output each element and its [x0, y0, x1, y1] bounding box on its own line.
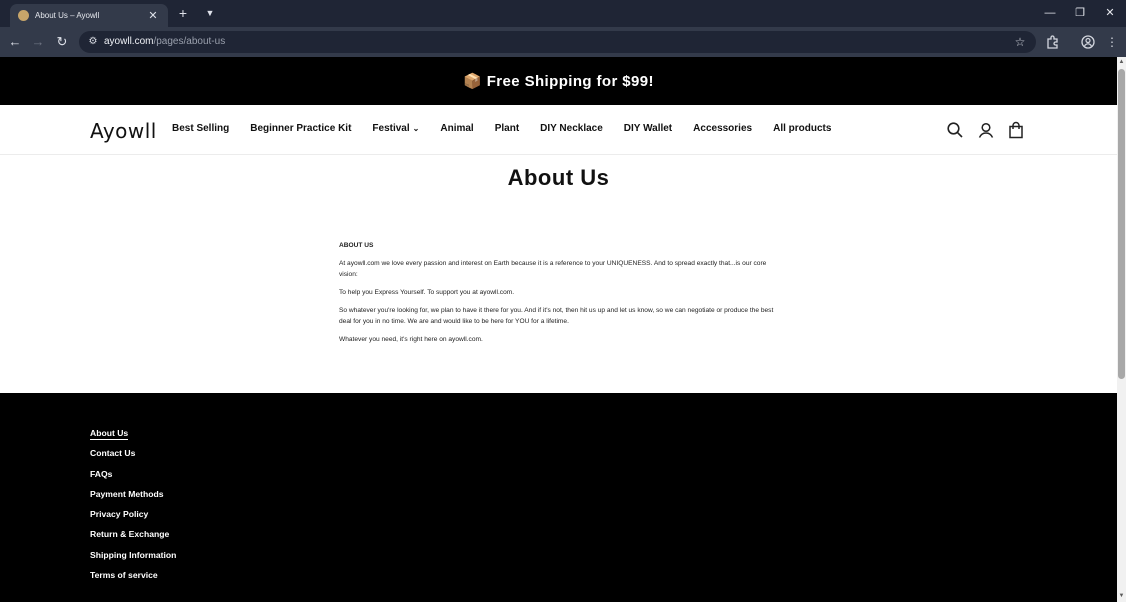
scrollbar-thumb[interactable]	[1118, 69, 1125, 379]
site-favicon-icon	[18, 10, 29, 21]
browser-toolbar: ← → ↻ ⚙ ayowll.com/pages/about-us ☆ ⋮	[0, 27, 1126, 57]
announcement-bar[interactable]: 📦 Free Shipping for $99!	[0, 57, 1117, 105]
footer-link-privacy-policy[interactable]: Privacy Policy	[90, 508, 176, 528]
about-heading: ABOUT US	[339, 242, 374, 249]
extensions-icon[interactable]	[1044, 33, 1062, 51]
browser-tab[interactable]: About Us – Ayowll ✕	[10, 4, 168, 27]
web-page: 📦 Free Shipping for $99! Ayowll Best Sel…	[0, 57, 1117, 602]
site-header: Ayowll Best Selling Beginner Practice Ki…	[0, 105, 1117, 155]
tab-search-chevron-down-icon[interactable]: ▼	[202, 5, 218, 21]
nav-item-plant[interactable]: Plant	[495, 123, 519, 134]
nav-item-festival-label: Festival	[372, 123, 410, 134]
footer-link-faqs[interactable]: FAQs	[90, 468, 176, 488]
footer-link-contact-us[interactable]: Contact Us	[90, 447, 176, 467]
bookmark-star-icon[interactable]: ☆	[1012, 34, 1028, 50]
about-paragraph-3: So whatever you're looking for, we plan …	[339, 307, 774, 325]
search-icon[interactable]	[946, 121, 964, 139]
nav-item-best-selling[interactable]: Best Selling	[172, 123, 229, 134]
restore-icon[interactable]: ❐	[1071, 4, 1089, 22]
footer-link-shipping-information[interactable]: Shipping Information	[90, 549, 176, 569]
footer-link-terms-of-service[interactable]: Terms of service	[90, 569, 176, 589]
profile-icon[interactable]	[1079, 33, 1097, 51]
about-content: ABOUT US At ayowll.com we love every pas…	[339, 240, 779, 352]
about-paragraph-1: At ayowll.com we love every passion and …	[339, 260, 767, 278]
nav-item-animal[interactable]: Animal	[440, 123, 473, 134]
site-settings-icon[interactable]: ⚙	[85, 34, 101, 50]
new-tab-icon[interactable]: +	[175, 5, 191, 21]
announcement-text: 📦 Free Shipping for $99!	[463, 73, 654, 90]
site-logo[interactable]: Ayowll	[90, 119, 157, 143]
scroll-up-arrow-icon[interactable]: ▲	[1117, 58, 1126, 67]
cart-icon[interactable]	[1007, 121, 1025, 139]
site-footer: About Us Contact Us FAQs Payment Methods…	[0, 393, 1117, 602]
page-title: About Us	[507, 165, 610, 190]
url-text: ayowll.com/pages/about-us	[104, 36, 226, 47]
scroll-down-arrow-icon[interactable]: ▼	[1117, 592, 1126, 601]
footer-link-about-us[interactable]: About Us	[90, 427, 176, 447]
forward-icon[interactable]: →	[29, 33, 47, 51]
nav-item-festival[interactable]: Festival ⌄	[372, 123, 419, 134]
address-bar[interactable]: ⚙ ayowll.com/pages/about-us ☆	[79, 31, 1036, 53]
nav-item-accessories[interactable]: Accessories	[693, 123, 752, 134]
tab-title: About Us – Ayowll	[35, 11, 100, 20]
footer-links: About Us Contact Us FAQs Payment Methods…	[90, 427, 176, 589]
footer-link-return-exchange[interactable]: Return & Exchange	[90, 528, 176, 548]
footer-link-payment-methods[interactable]: Payment Methods	[90, 488, 176, 508]
close-window-icon[interactable]: ✕	[1101, 4, 1119, 22]
about-paragraph-4: Whatever you need, it's right here on ay…	[339, 336, 483, 343]
account-icon[interactable]	[977, 121, 995, 139]
nav-item-diy-wallet[interactable]: DIY Wallet	[624, 123, 672, 134]
browser-menu-icon[interactable]: ⋮	[1103, 33, 1121, 51]
minimize-icon[interactable]: —	[1041, 4, 1059, 22]
browser-tab-bar: About Us – Ayowll ✕ + ▼ — ❐ ✕	[0, 0, 1126, 27]
nav-item-diy-necklace[interactable]: DIY Necklace	[540, 123, 603, 134]
chevron-down-icon: ⌄	[412, 124, 420, 133]
nav-item-beginner-practice-kit[interactable]: Beginner Practice Kit	[250, 123, 351, 134]
back-icon[interactable]: ←	[6, 33, 24, 51]
close-tab-icon[interactable]: ✕	[146, 9, 160, 23]
page-scrollbar[interactable]: ▲ ▼	[1117, 57, 1126, 602]
about-paragraph-2: To help you Express Yourself. To support…	[339, 289, 515, 296]
nav-item-all-products[interactable]: All products	[773, 123, 831, 134]
reload-icon[interactable]: ↻	[53, 33, 71, 51]
main-nav: Best Selling Beginner Practice Kit Festi…	[172, 123, 852, 134]
